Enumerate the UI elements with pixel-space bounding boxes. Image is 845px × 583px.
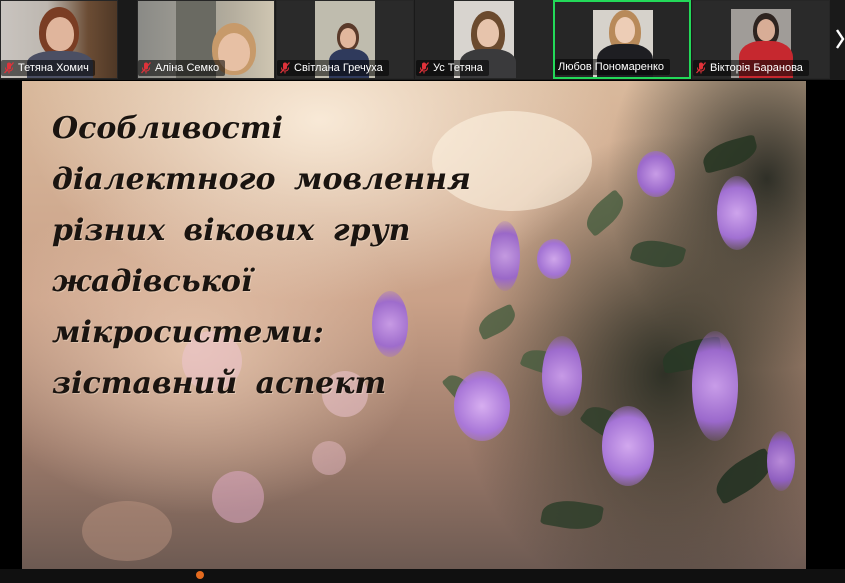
participants-strip: Тетяна Хомич Аліна Семко Світлана Гречух… <box>0 0 845 80</box>
participant-tile[interactable]: Ус Тетяна <box>415 0 553 79</box>
participant-tile[interactable]: Аліна Семко <box>137 0 275 79</box>
participant-name-bar: Світлана Гречуха <box>277 60 389 76</box>
shared-screen: Особливості діалектного мовлення різних … <box>22 81 806 569</box>
slide-title: Особливості діалектного мовлення різних … <box>52 111 471 401</box>
participant-tile[interactable]: Світлана Гречуха <box>276 0 414 79</box>
participant-name: Любов Пономаренко <box>558 61 665 73</box>
participant-name-bar: Аліна Семко <box>138 60 226 76</box>
participant-name: Аліна Семко <box>155 62 220 74</box>
participant-name-bar: Любов Пономаренко <box>555 59 671 75</box>
participant-tile[interactable]: Тетяна Хомич <box>0 0 118 79</box>
participant-name-bar: Ус Тетяна <box>416 60 489 76</box>
strip-next-arrow-icon[interactable] <box>835 26 845 52</box>
participant-name: Вікторія Баранова <box>710 62 803 74</box>
participant-name: Ус Тетяна <box>433 62 483 74</box>
mic-muted-icon <box>4 62 14 74</box>
participant-name: Світлана Гречуха <box>294 62 383 74</box>
mic-muted-icon <box>280 62 290 74</box>
share-indicator-icon <box>196 571 204 579</box>
participant-name: Тетяна Хомич <box>18 62 89 74</box>
mic-muted-icon <box>419 62 429 74</box>
bottom-toolbar-edge <box>0 569 845 583</box>
participant-name-bar: Вікторія Баранова <box>693 60 809 76</box>
mic-muted-icon <box>141 62 151 74</box>
mic-muted-icon <box>696 62 706 74</box>
participant-name-bar: Тетяна Хомич <box>1 60 95 76</box>
participant-tile[interactable]: Вікторія Баранова <box>692 0 830 79</box>
participant-tile-active[interactable]: Любов Пономаренко <box>553 0 691 79</box>
